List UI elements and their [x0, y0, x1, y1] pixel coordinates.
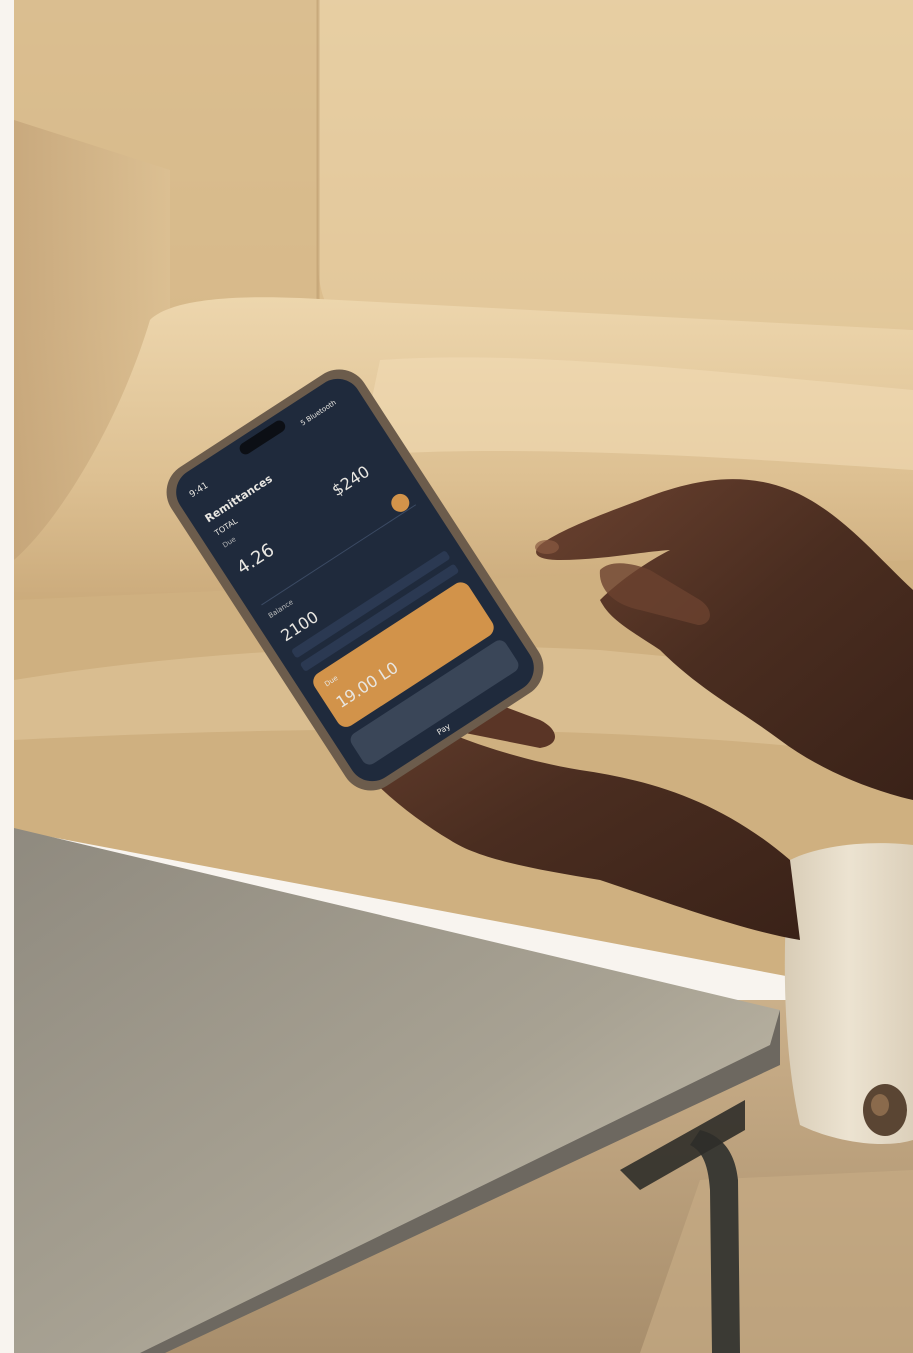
- button-highlight: [871, 1094, 889, 1116]
- photo-scene: 9:41 5 Bluetooth Remittances TOTAL Due 4…: [0, 0, 913, 1353]
- photo-illustration: 9:41 5 Bluetooth Remittances TOTAL Due 4…: [0, 0, 913, 1353]
- sofa-right-cushion: [318, 0, 913, 330]
- fingertip: [535, 540, 559, 554]
